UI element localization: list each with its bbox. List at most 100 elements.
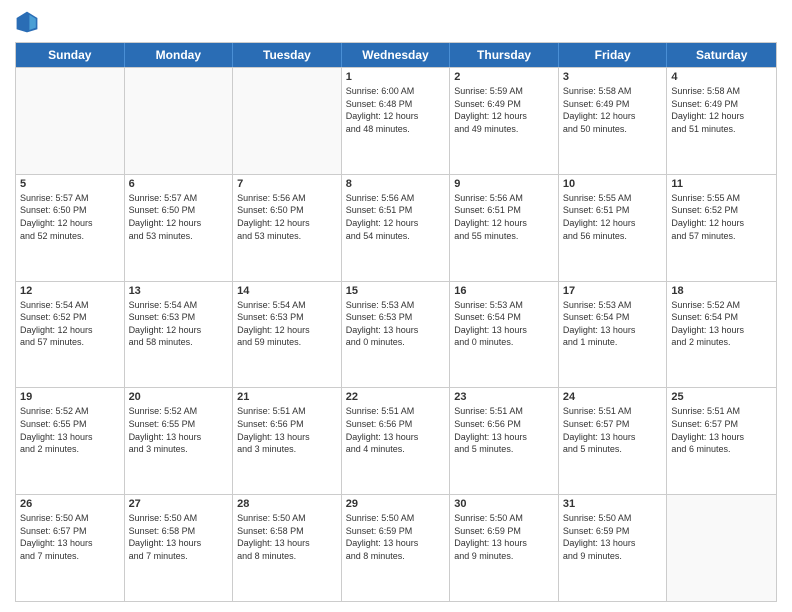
- calendar-cell: 7 Sunrise: 5:56 AMSunset: 6:50 PMDaylight…: [233, 175, 342, 281]
- calendar-cell: 14 Sunrise: 5:54 AMSunset: 6:53 PMDayligh…: [233, 282, 342, 388]
- calendar-cell: 19Sunrise: 5:52 AMSunset: 6:55 PMDayligh…: [16, 388, 125, 494]
- day-number: 16: [454, 285, 554, 297]
- day-number: 11: [671, 178, 772, 190]
- calendar: SundayMondayTuesdayWednesdayThursdayFrid…: [15, 42, 777, 602]
- day-number: 19: [20, 391, 120, 403]
- calendar-cell: 15 Sunrise: 5:53 AMSunset: 6:53 PMDayligh…: [342, 282, 451, 388]
- day-number: 4: [671, 71, 772, 83]
- calendar-cell: 18Sunrise: 5:52 AMSunset: 6:54 PMDayligh…: [667, 282, 776, 388]
- weekday-header-thursday: Thursday: [450, 43, 559, 67]
- day-number: 29: [346, 498, 446, 510]
- cell-info: Sunrise: 5:56 AMSunset: 6:51 PMDaylight:…: [346, 192, 446, 242]
- page: SundayMondayTuesdayWednesdayThursdayFrid…: [0, 0, 792, 612]
- cell-info: Sunrise: 5:56 AMSunset: 6:50 PMDaylight:…: [237, 192, 337, 242]
- day-number: 25: [671, 391, 772, 403]
- calendar-cell: 10 Sunrise: 5:55 AMSunset: 6:51 PMDayligh…: [559, 175, 668, 281]
- day-number: 21: [237, 391, 337, 403]
- day-number: 8: [346, 178, 446, 190]
- calendar-cell: 29 Sunrise: 5:50 AMSunset: 6:59 PMDayligh…: [342, 495, 451, 601]
- day-number: 28: [237, 498, 337, 510]
- cell-info: Sunrise: 5:51 AMSunset: 6:56 PMDaylight:…: [454, 405, 554, 455]
- logo: [15, 10, 43, 34]
- calendar-cell: 31 Sunrise: 5:50 AMSunset: 6:59 PMDayligh…: [559, 495, 668, 601]
- calendar-cell: 16Sunrise: 5:53 AMSunset: 6:54 PMDayligh…: [450, 282, 559, 388]
- calendar-row-4: 26 Sunrise: 5:50 AMSunset: 6:57 PMDayligh…: [16, 494, 776, 601]
- weekday-header-sunday: Sunday: [16, 43, 125, 67]
- weekday-header-tuesday: Tuesday: [233, 43, 342, 67]
- cell-info: Sunrise: 5:50 AMSunset: 6:59 PMDaylight:…: [346, 512, 446, 562]
- calendar-cell: 4 Sunrise: 5:58 AMSunset: 6:49 PMDaylight…: [667, 68, 776, 174]
- header: [15, 10, 777, 34]
- calendar-cell: 21Sunrise: 5:51 AMSunset: 6:56 PMDayligh…: [233, 388, 342, 494]
- weekday-header-friday: Friday: [559, 43, 668, 67]
- day-number: 12: [20, 285, 120, 297]
- cell-info: Sunrise: 5:57 AMSunset: 6:50 PMDaylight:…: [129, 192, 229, 242]
- calendar-cell: 2 Sunrise: 5:59 AMSunset: 6:49 PMDaylight…: [450, 68, 559, 174]
- calendar-cell: 9 Sunrise: 5:56 AMSunset: 6:51 PMDaylight…: [450, 175, 559, 281]
- calendar-cell: 6 Sunrise: 5:57 AMSunset: 6:50 PMDaylight…: [125, 175, 234, 281]
- calendar-cell: 1Sunrise: 6:00 AMSunset: 6:48 PMDaylight…: [342, 68, 451, 174]
- calendar-cell: 23 Sunrise: 5:51 AMSunset: 6:56 PMDayligh…: [450, 388, 559, 494]
- day-number: 27: [129, 498, 229, 510]
- day-number: 7: [237, 178, 337, 190]
- cell-info: Sunrise: 5:52 AMSunset: 6:55 PMDaylight:…: [129, 405, 229, 455]
- day-number: 10: [563, 178, 663, 190]
- calendar-cell: 20 Sunrise: 5:52 AMSunset: 6:55 PMDayligh…: [125, 388, 234, 494]
- weekday-header-wednesday: Wednesday: [342, 43, 451, 67]
- cell-info: Sunrise: 5:58 AMSunset: 6:49 PMDaylight:…: [671, 85, 772, 135]
- day-number: 15: [346, 285, 446, 297]
- cell-info: Sunrise: 5:51 AMSunset: 6:56 PMDaylight:…: [346, 405, 446, 455]
- cell-info: Sunrise: 5:50 AMSunset: 6:58 PMDaylight:…: [237, 512, 337, 562]
- cell-info: Sunrise: 5:59 AMSunset: 6:49 PMDaylight:…: [454, 85, 554, 135]
- day-number: 14: [237, 285, 337, 297]
- calendar-cell: [125, 68, 234, 174]
- cell-info: Sunrise: 5:52 AMSunset: 6:54 PMDaylight:…: [671, 299, 772, 349]
- cell-info: Sunrise: 5:56 AMSunset: 6:51 PMDaylight:…: [454, 192, 554, 242]
- calendar-cell: 5Sunrise: 5:57 AMSunset: 6:50 PMDaylight…: [16, 175, 125, 281]
- cell-info: Sunrise: 5:57 AMSunset: 6:50 PMDaylight:…: [20, 192, 120, 242]
- day-number: 9: [454, 178, 554, 190]
- cell-info: Sunrise: 5:55 AMSunset: 6:52 PMDaylight:…: [671, 192, 772, 242]
- cell-info: Sunrise: 5:53 AMSunset: 6:53 PMDaylight:…: [346, 299, 446, 349]
- day-number: 24: [563, 391, 663, 403]
- cell-info: Sunrise: 5:55 AMSunset: 6:51 PMDaylight:…: [563, 192, 663, 242]
- cell-info: Sunrise: 5:51 AMSunset: 6:57 PMDaylight:…: [563, 405, 663, 455]
- calendar-cell: 8 Sunrise: 5:56 AMSunset: 6:51 PMDaylight…: [342, 175, 451, 281]
- cell-info: Sunrise: 6:00 AMSunset: 6:48 PMDaylight:…: [346, 85, 446, 135]
- cell-info: Sunrise: 5:50 AMSunset: 6:59 PMDaylight:…: [563, 512, 663, 562]
- day-number: 20: [129, 391, 229, 403]
- calendar-cell: 25 Sunrise: 5:51 AMSunset: 6:57 PMDayligh…: [667, 388, 776, 494]
- weekday-header-saturday: Saturday: [667, 43, 776, 67]
- calendar-body: 1Sunrise: 6:00 AMSunset: 6:48 PMDaylight…: [16, 67, 776, 601]
- day-number: 30: [454, 498, 554, 510]
- cell-info: Sunrise: 5:50 AMSunset: 6:57 PMDaylight:…: [20, 512, 120, 562]
- cell-info: Sunrise: 5:54 AMSunset: 6:53 PMDaylight:…: [237, 299, 337, 349]
- calendar-row-3: 19 Sunrise: 5:52 AMSunset: 6:55 PMDayligh…: [16, 387, 776, 494]
- logo-icon: [15, 10, 39, 34]
- cell-info: Sunrise: 5:50 AMSunset: 6:58 PMDaylight:…: [129, 512, 229, 562]
- calendar-cell: 13Sunrise: 5:54 AMSunset: 6:53 PMDayligh…: [125, 282, 234, 388]
- day-number: 31: [563, 498, 663, 510]
- calendar-cell: 17 Sunrise: 5:53 AMSunset: 6:54 PMDayligh…: [559, 282, 668, 388]
- day-number: 23: [454, 391, 554, 403]
- calendar-cell: [233, 68, 342, 174]
- calendar-cell: [16, 68, 125, 174]
- calendar-cell: 12Sunrise: 5:54 AMSunset: 6:52 PMDayligh…: [16, 282, 125, 388]
- calendar-cell: 27 Sunrise: 5:50 AMSunset: 6:58 PMDayligh…: [125, 495, 234, 601]
- cell-info: Sunrise: 5:58 AMSunset: 6:49 PMDaylight:…: [563, 85, 663, 135]
- day-number: 26: [20, 498, 120, 510]
- calendar-row-2: 12Sunrise: 5:54 AMSunset: 6:52 PMDayligh…: [16, 281, 776, 388]
- calendar-cell: 3 Sunrise: 5:58 AMSunset: 6:49 PMDaylight…: [559, 68, 668, 174]
- calendar-cell: 22Sunrise: 5:51 AMSunset: 6:56 PMDayligh…: [342, 388, 451, 494]
- calendar-row-0: 1Sunrise: 6:00 AMSunset: 6:48 PMDaylight…: [16, 67, 776, 174]
- calendar-cell: [667, 495, 776, 601]
- day-number: 17: [563, 285, 663, 297]
- day-number: 2: [454, 71, 554, 83]
- day-number: 6: [129, 178, 229, 190]
- cell-info: Sunrise: 5:51 AMSunset: 6:57 PMDaylight:…: [671, 405, 772, 455]
- calendar-cell: 28 Sunrise: 5:50 AMSunset: 6:58 PMDayligh…: [233, 495, 342, 601]
- cell-info: Sunrise: 5:53 AMSunset: 6:54 PMDaylight:…: [563, 299, 663, 349]
- day-number: 3: [563, 71, 663, 83]
- calendar-header: SundayMondayTuesdayWednesdayThursdayFrid…: [16, 43, 776, 67]
- cell-info: Sunrise: 5:54 AMSunset: 6:53 PMDaylight:…: [129, 299, 229, 349]
